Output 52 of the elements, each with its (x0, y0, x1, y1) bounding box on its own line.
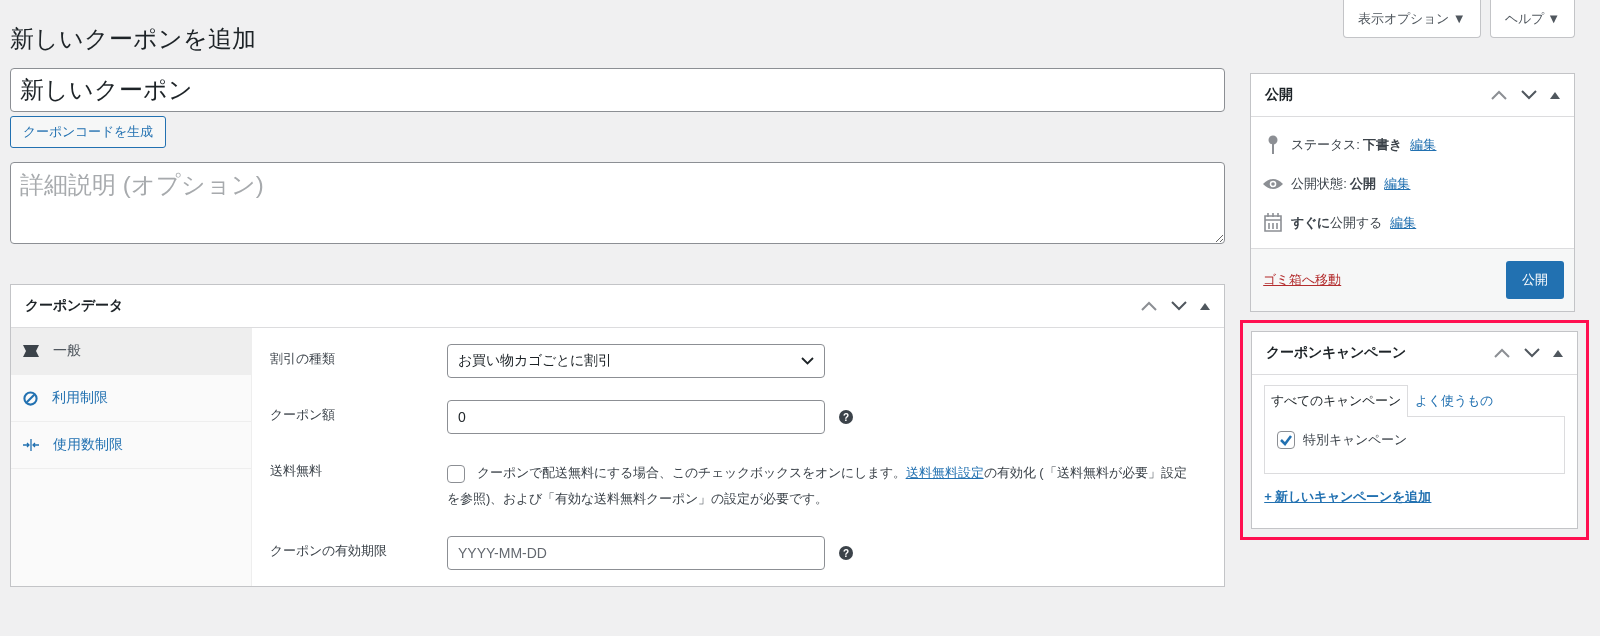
move-down-icon[interactable] (1520, 89, 1538, 101)
calendar-icon (1263, 213, 1284, 232)
ticket-icon (23, 345, 39, 357)
discount-type-dropdown[interactable]: お買い物カゴごとに割引 (447, 344, 825, 378)
input-field[interactable]: 0 (447, 400, 825, 434)
field-label: 送料無料 (270, 462, 323, 480)
status-text: ステータス: 下書き (1291, 135, 1403, 154)
free-shipping-description: クーポンで配送無料にする場合、このチェックボックスをオンにします。送料無料設定の有効化 (「送料無料が必要」設定を参照)、および「有効な送料無料クーポン」の設定が必要です。 (447, 463, 1187, 508)
move-up-icon[interactable] (1140, 300, 1159, 312)
dropdown-button[interactable]: 表示オプション ▼ (1343, 0, 1481, 38)
collapse-icon[interactable] (1553, 349, 1563, 357)
generate-code-button[interactable]: クーポンコードを生成 (10, 116, 166, 148)
input-field[interactable]: YYYY-MM-DD (447, 536, 825, 570)
move-down-icon[interactable] (1170, 300, 1189, 312)
panel-title: クーポンデータ (25, 297, 123, 315)
dropdown-button[interactable]: ヘルプ ▼ (1489, 0, 1575, 38)
campaign-checkbox[interactable] (1277, 431, 1296, 449)
field-label: クーポンの有効期限 (270, 542, 388, 560)
panel-title: 公開 (1265, 86, 1294, 104)
help-icon[interactable]: ? (839, 410, 853, 424)
status-text: 公開状態: 公開 (1291, 174, 1377, 193)
shipping-settings-link[interactable]: 送料無料設定 (905, 465, 984, 480)
page-title: 新しいクーポンを追加 (10, 24, 256, 54)
collapse-icon[interactable] (1550, 91, 1560, 99)
move-up-icon[interactable] (1493, 347, 1511, 359)
prohibited-icon (23, 390, 38, 406)
move-up-icon[interactable] (1490, 89, 1508, 101)
field-label: 割引の種類 (270, 350, 336, 368)
collapse-icon[interactable] (1200, 302, 1211, 310)
schedule-text: すぐに公開する (1291, 213, 1383, 232)
campaign-label: 特別キャンペーン (1303, 431, 1408, 449)
edit-link[interactable]: 編集 (1410, 135, 1437, 154)
eye-icon (1263, 177, 1284, 190)
move-down-icon[interactable] (1523, 347, 1541, 359)
trash-link[interactable]: ゴミ箱へ移動 (1263, 271, 1342, 289)
data-tab[interactable]: 使用数制限 (11, 422, 251, 469)
arrows-inward-icon (23, 438, 39, 452)
edit-link[interactable]: 編集 (1390, 213, 1417, 232)
free-shipping-checkbox[interactable] (447, 464, 465, 483)
edit-link[interactable]: 編集 (1384, 174, 1411, 193)
panel-title: クーポンキャンペーン (1266, 344, 1407, 362)
campaign-tab[interactable]: よく使うもの (1408, 385, 1501, 416)
campaign-tab[interactable]: すべてのキャンペーン (1264, 385, 1409, 417)
add-campaign-link[interactable]: + 新しいキャンペーンを追加 (1264, 488, 1432, 506)
publish-button[interactable]: 公開 (1506, 261, 1564, 299)
help-icon[interactable]: ? (839, 546, 853, 560)
title-field[interactable]: 新しいクーポン (10, 68, 1226, 112)
field-label: クーポン額 (270, 406, 336, 424)
description-field[interactable]: 詳細説明 (オプション) (10, 162, 1226, 244)
data-tab[interactable]: 一般 (11, 328, 251, 375)
data-tab[interactable]: 利用制限 (11, 375, 251, 422)
chevron-down-icon (801, 357, 814, 365)
